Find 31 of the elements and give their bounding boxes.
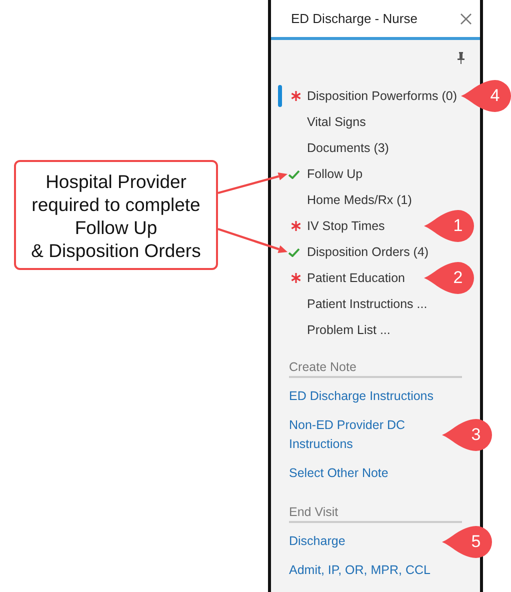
nav-item[interactable]: Vital Signs	[307, 115, 366, 129]
nav-item[interactable]: Disposition Orders (4)	[307, 245, 429, 259]
note-link[interactable]: Admit, IP, OR, MPR, CCL	[289, 561, 430, 580]
asterisk-icon	[291, 273, 301, 283]
note-link[interactable]: ED Discharge Instructions	[289, 387, 434, 406]
asterisk-icon	[291, 221, 301, 231]
callout-marker: 2	[424, 262, 474, 294]
callout-marker: 5	[442, 526, 492, 558]
nav-item[interactable]: IV Stop Times	[307, 219, 385, 233]
nav-item[interactable]: Follow Up	[307, 167, 363, 181]
note-link[interactable]: Non-ED Provider DC Instructions	[289, 416, 406, 454]
callout-marker: 4	[461, 80, 511, 112]
annotation-note: Hospital Provider required to complete Follow Up & Disposition Orders	[14, 160, 218, 270]
callout-marker: 3	[442, 419, 492, 451]
nav-item[interactable]: Patient Education	[307, 271, 405, 285]
section-heading: Create Note	[289, 360, 462, 378]
check-icon	[288, 170, 300, 178]
section-heading: End Visit	[289, 505, 462, 523]
nav-item[interactable]: Problem List ...	[307, 323, 390, 337]
nav-item[interactable]: Patient Instructions ...	[307, 297, 428, 311]
panel-title: ED Discharge - Nurse	[291, 11, 418, 26]
asterisk-icon	[291, 91, 301, 101]
pin-icon[interactable]	[457, 52, 465, 64]
note-link[interactable]: Select Other Note	[289, 464, 388, 483]
check-icon	[288, 248, 300, 256]
nav-item[interactable]: Disposition Powerforms (0)	[307, 89, 458, 103]
callout-marker: 1	[424, 210, 474, 242]
nav-item[interactable]: Home Meds/Rx (1)	[307, 193, 412, 207]
note-link[interactable]: Discharge	[289, 532, 346, 551]
nav-item[interactable]: Documents (3)	[307, 141, 389, 155]
close-icon[interactable]	[460, 12, 472, 24]
